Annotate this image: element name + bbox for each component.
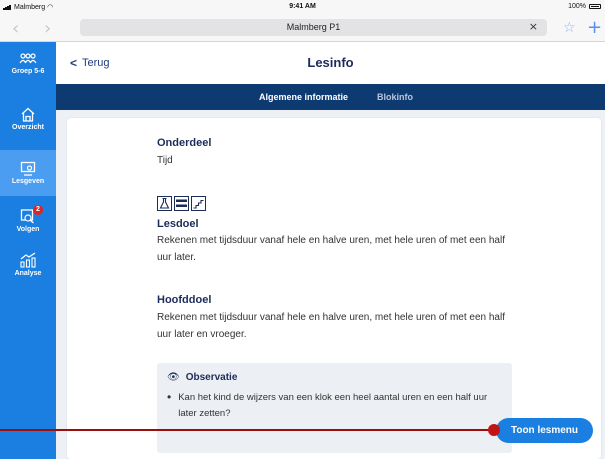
status-time: 9:41 AM — [289, 3, 316, 10]
sidebar: Groep 5-6 Overzicht Lesgeven 2 Volgen An… — [0, 42, 56, 459]
sidebar-item-label: Groep 5-6 — [11, 68, 45, 75]
annotation-dot — [488, 424, 500, 436]
sidebar-item-label: Lesgeven — [11, 178, 45, 185]
tab-blokinfo[interactable]: Blokinfo — [377, 92, 413, 102]
page-title: Lesinfo — [307, 55, 354, 70]
plus-icon[interactable]: + — [587, 17, 602, 38]
flask-icon — [157, 196, 172, 211]
toon-lesmenu-button[interactable]: Toon lesmenu — [496, 418, 593, 443]
sidebar-item-label: Overzicht — [12, 124, 44, 131]
lesdoel-text: Rekenen met tijdsduur vanaf hele en halv… — [157, 235, 505, 263]
battery-icon — [589, 4, 601, 9]
observatie-list-item: • Kan het kind de wijzers van een klok e… — [167, 390, 497, 422]
page-header: < Terug Lesinfo — [56, 42, 605, 84]
sidebar-item-volgen[interactable]: 2 Volgen — [0, 205, 56, 250]
sidebar-item-label: Analyse — [14, 270, 42, 277]
star-icon[interactable]: ☆ — [563, 20, 576, 36]
url-bar[interactable]: Malmberg P1 × — [80, 19, 547, 36]
battery-percentage: 100% — [568, 3, 586, 10]
status-bar: Malmberg ◠ 9:41 AM 100% — [0, 0, 605, 14]
app-root: Malmberg ◠ 9:41 AM 100% ‹ › Malmberg P1 … — [0, 0, 605, 459]
group-icon — [19, 53, 37, 64]
lesson-info-card: Onderdeel Tijd Lesdoel Rekenen met tijds… — [67, 118, 601, 459]
onderdeel-value: Tijd — [157, 155, 173, 166]
chevron-left-icon[interactable]: ‹ — [12, 18, 19, 39]
observatie-item-text: Kan het kind de wijzers van een klok een… — [178, 392, 488, 419]
tab-bar: Algemene informatie Blokinfo — [56, 84, 605, 110]
teach-icon — [20, 161, 36, 176]
lesson-type-icons — [157, 196, 206, 211]
hoofddoel-text: Rekenen met tijdsduur vanaf hele en halv… — [157, 312, 505, 340]
sidebar-item-groep[interactable]: Groep 5-6 — [0, 53, 56, 95]
observatie-heading: Observatie — [185, 372, 238, 383]
annotation-line — [0, 429, 496, 431]
close-icon[interactable]: × — [529, 20, 538, 33]
notification-badge: 2 — [33, 205, 43, 215]
browser-toolbar: ‹ › Malmberg P1 × ☆ + — [0, 14, 605, 42]
sidebar-item-overzicht[interactable]: Overzicht — [0, 107, 56, 149]
sidebar-item-analyse[interactable]: Analyse — [0, 252, 56, 294]
home-icon — [21, 107, 35, 122]
chart-icon — [20, 252, 36, 268]
eye-icon: 👁 — [167, 372, 180, 383]
lesdoel-heading: Lesdoel — [157, 218, 199, 230]
observatie-title: 👁 Observatie — [167, 372, 237, 383]
sidebar-item-lesgeven[interactable]: Lesgeven — [0, 150, 56, 196]
onderdeel-heading: Onderdeel — [157, 137, 212, 149]
layers-icon — [174, 196, 189, 211]
url-text[interactable]: Malmberg P1 — [80, 22, 547, 32]
hoofddoel-heading: Hoofddoel — [157, 294, 212, 306]
observatie-box: 👁 Observatie • Kan het kind de wijzers v… — [157, 363, 512, 453]
status-right: 100% — [568, 3, 601, 10]
chevron-right-icon[interactable]: › — [44, 18, 51, 39]
stairs-icon — [191, 196, 206, 211]
sidebar-item-label: Volgen — [16, 226, 40, 233]
tab-algemene-informatie[interactable]: Algemene informatie — [259, 92, 348, 102]
bullet-icon: • — [167, 390, 172, 404]
